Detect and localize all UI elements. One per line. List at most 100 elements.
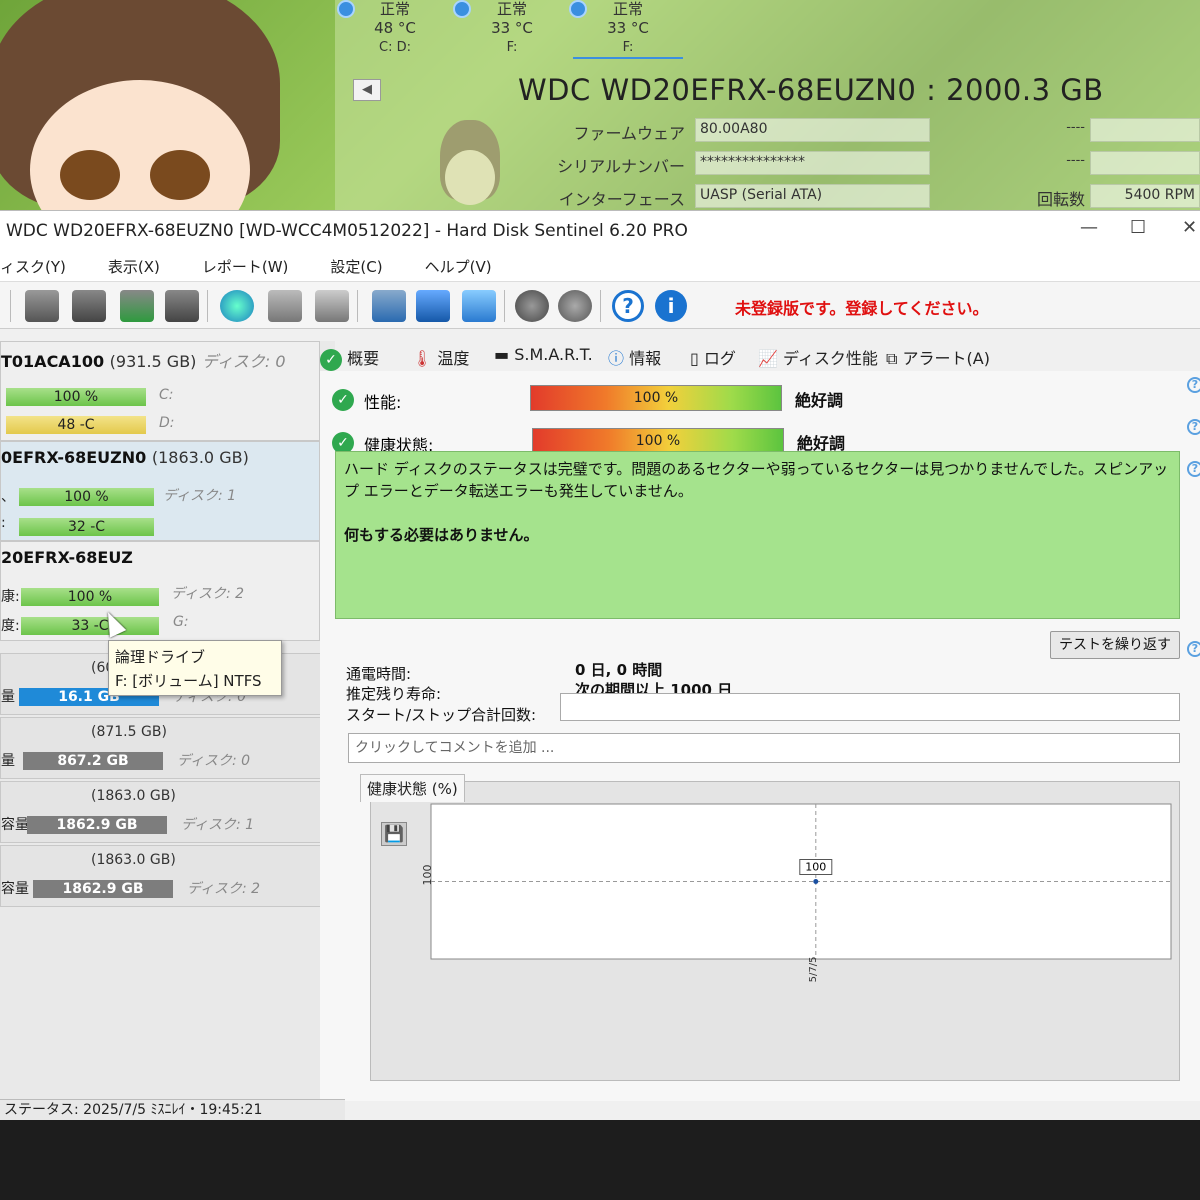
volume-item[interactable]: (871.5 GB) 量 867.2 GB ディスク: 0 (0, 717, 330, 779)
temperature-bar: 32 -C (19, 518, 154, 536)
disk-item[interactable]: T01ACA100 (931.5 GB) ディスク: 0 100 % C: 48… (0, 341, 320, 441)
disk-item-selected[interactable]: 0EFRX-68EUZN0 (1863.0 GB) 、 100 % ディスク: … (0, 441, 320, 541)
serial-extra: ---- (1066, 153, 1085, 168)
temperature-bar: 48 -C (6, 416, 146, 434)
disk-model: 0EFRX-68EUZN0 (1, 448, 147, 467)
health-bar: 100 % (6, 388, 146, 406)
disk-number: ディスク: 0 (177, 753, 251, 769)
maximize-button[interactable]: ☐ (1130, 217, 1146, 238)
menu-help[interactable]: ヘルプ(V) (425, 256, 492, 277)
drive-status-letter: F: (622, 40, 634, 55)
tab-log[interactable]: ▯ ログ (690, 345, 736, 369)
volume-letter: G: (173, 614, 189, 630)
info-field (560, 693, 1180, 721)
power-on-label: 通電時間: (346, 665, 412, 683)
drive-status-state: 正常 (379, 0, 410, 18)
health-prefix: 、 (1, 489, 15, 505)
temp-prefix: : (1, 515, 6, 531)
data-label: 100 (805, 861, 826, 874)
tab-temperature[interactable]: 🌡 温度 (412, 345, 469, 369)
help-icon[interactable]: ? (1187, 461, 1200, 477)
help-icon[interactable]: ? (1187, 641, 1200, 657)
temperature-bar: 33 -C (21, 617, 159, 635)
report-icon[interactable] (372, 290, 406, 322)
health-prefix: 康: (1, 589, 20, 605)
tab-label: ログ (703, 349, 736, 368)
menu-settings[interactable]: 設定(C) (330, 256, 382, 277)
save-icon[interactable]: 💾 (381, 822, 407, 846)
tab-disk-performance[interactable]: 📈 ディスク性能 (758, 345, 878, 369)
y-tick-label: 100 (421, 865, 434, 886)
status-text: ハード ディスクのステータスは完璧です。問題のあるセクターや弱っているセクターは… (344, 460, 1169, 500)
gear-icon[interactable] (515, 290, 549, 322)
disk-item[interactable]: 20EFRX-68EUZ 康: 100 % ディスク: 2 度: 33 -C G… (0, 541, 320, 641)
menu-disk[interactable]: ィスク(Y) (0, 256, 66, 277)
menu-bar: ィスク(Y) 表示(X) レポート(W) 設定(C) ヘルプ(V) (0, 251, 1200, 281)
tooltip-title: 論理ドライブ (115, 648, 206, 666)
tooltip: 論理ドライブ F: [ボリューム] NTFS (108, 640, 282, 696)
drive-status-1[interactable]: 正常 48 °C C: D: (340, 0, 450, 57)
health-chart-area: 💾 100 100 2025/7/5 (370, 781, 1180, 1081)
menu-view[interactable]: 表示(X) (108, 256, 160, 277)
speaker-icon[interactable] (558, 290, 592, 322)
help-icon[interactable]: ? (612, 290, 644, 322)
dash-icon: ▬ (494, 345, 510, 364)
disk-spin-icon[interactable] (25, 290, 59, 322)
tab-label: 情報 (629, 349, 662, 368)
disk-list-panel: T01ACA100 (931.5 GB) ディスク: 0 100 % C: 48… (0, 341, 335, 1101)
status-bar: ステータス: 2025/7/5 ﾐｽﾆﾚｲ・19:45:21 (0, 1099, 345, 1121)
health-bar: 100 % (21, 588, 159, 606)
x-tick-label: 2025/7/5 (808, 957, 819, 982)
tab-overview[interactable]: ✓ 概要 (320, 345, 379, 371)
tab-label: S.M.A.R.T. (514, 345, 593, 364)
drive-status-2[interactable]: 正常 33 °C F: (457, 0, 567, 57)
comment-input[interactable]: クリックしてコメントを追加 ... (348, 733, 1180, 763)
rotation-value: 5400 RPM (1090, 184, 1200, 208)
toolbar-separator (207, 290, 208, 322)
help-icon[interactable]: ? (1187, 419, 1200, 435)
tab-label: 概要 (347, 349, 380, 368)
close-button[interactable]: ✕ (1182, 217, 1197, 238)
disks-icon[interactable] (268, 290, 302, 322)
help-icon[interactable]: ? (1187, 377, 1200, 393)
tooltip-detail: F: [ボリューム] NTFS (115, 672, 262, 690)
free-prefix: 量 (1, 689, 15, 705)
tab-label: ディスク性能 (783, 349, 878, 368)
toolbar-separator (600, 290, 601, 322)
chart-icon: 📈 (758, 349, 778, 368)
disk-timer-icon[interactable] (72, 290, 106, 322)
tab-alerts[interactable]: ⧉ アラート(A) (886, 345, 990, 369)
chart-plot-area (430, 803, 1172, 960)
minimize-button[interactable]: — (1080, 217, 1098, 238)
drive-status-temp: 33 °C (491, 19, 533, 37)
computer-icon[interactable] (315, 290, 349, 322)
tab-smart[interactable]: ▬ S.M.A.R.T. (494, 345, 593, 364)
rotation-label: 回転数 (1036, 190, 1085, 209)
repeat-test-button[interactable]: テストを繰り返す (1050, 631, 1180, 659)
volume-item[interactable]: (1863.0 GB) 容量 1862.9 GB ディスク: 1 (0, 781, 330, 843)
drive-status-temp: 48 °C (374, 19, 416, 37)
tab-info[interactable]: ⓘ 情報 (608, 345, 661, 369)
network-icon[interactable] (462, 290, 496, 322)
drive-status-letter: C: D: (379, 40, 411, 55)
health-bar: 100 % (19, 488, 154, 506)
disk-number: ディスク: 2 (171, 586, 245, 602)
prev-drive-button[interactable]: ◀ (353, 79, 381, 101)
disk-globe-icon[interactable] (220, 290, 254, 322)
chart-tab[interactable]: 健康状態 (%) (360, 774, 465, 802)
disk-size: (931.5 GB) (109, 352, 197, 371)
title-bar: WDC WD20EFRX-68EUZN0 [WD-WCC4M0512022] -… (0, 211, 1200, 251)
menu-report[interactable]: レポート(W) (202, 256, 289, 277)
check-icon: ✓ (332, 389, 354, 411)
disk-size: (1863.0 GB) (151, 448, 249, 467)
unregistered-notice[interactable]: 未登録版です。登録してください。 (735, 295, 988, 319)
overview-panel: ✓ 性能: 100 % 絶好調 ✓ 健康状態: 100 % 絶好調 ハード ディ… (320, 371, 1200, 1101)
disk-search-icon[interactable] (165, 290, 199, 322)
drive-status-state: 正常 (612, 0, 643, 18)
drive-status-3[interactable]: 正常 33 °C F: (573, 0, 683, 59)
start-stop-label: スタート/ストップ合計回数: (346, 706, 537, 724)
disk-check-icon[interactable] (120, 290, 154, 322)
info-icon[interactable]: i (655, 290, 687, 322)
email-icon[interactable] (416, 290, 450, 322)
volume-item[interactable]: (1863.0 GB) 容量 1862.9 GB ディスク: 2 (0, 845, 330, 907)
